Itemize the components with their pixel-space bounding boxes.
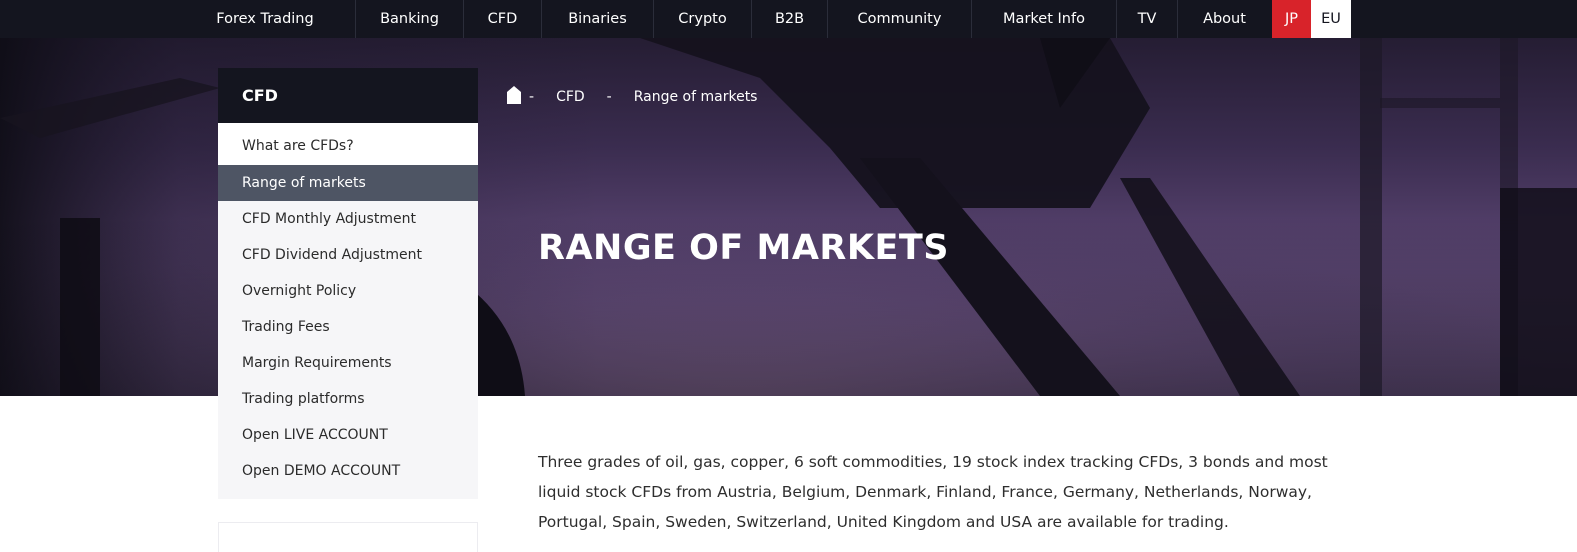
- nav-market-info[interactable]: Market Info: [972, 0, 1116, 38]
- sidebar: CFD What are CFDs? Range of markets CFD …: [218, 68, 478, 499]
- sidebar-item-open-demo-account[interactable]: Open DEMO ACCOUNT: [218, 453, 478, 489]
- nav-community[interactable]: Community: [828, 0, 971, 38]
- lang-eu-button[interactable]: EU: [1311, 0, 1351, 38]
- nav-tv[interactable]: TV: [1117, 0, 1177, 38]
- sidebar-item-cfd-monthly-adjustment[interactable]: CFD Monthly Adjustment: [218, 201, 478, 237]
- nav-forex-trading[interactable]: Forex Trading: [205, 0, 325, 38]
- nav-crypto[interactable]: Crypto: [654, 0, 751, 38]
- breadcrumb-separator: -: [529, 89, 535, 105]
- sidebar-heading: CFD: [218, 68, 478, 123]
- nav-binaries[interactable]: Binaries: [542, 0, 653, 38]
- top-navigation: Forex Trading Banking CFD Binaries Crypt…: [0, 0, 1577, 38]
- sidebar-item-cfd-dividend-adjustment[interactable]: CFD Dividend Adjustment: [218, 237, 478, 273]
- page-title: RANGE OF MARKETS: [538, 228, 949, 268]
- sidebar-item-margin-requirements[interactable]: Margin Requirements: [218, 345, 478, 381]
- nav-cfd[interactable]: CFD: [464, 0, 541, 38]
- breadcrumb: - CFD - Range of markets: [507, 86, 757, 108]
- sidebar-item-trading-platforms[interactable]: Trading platforms: [218, 381, 478, 417]
- breadcrumb-current: Range of markets: [633, 89, 758, 105]
- intro-paragraph: Three grades of oil, gas, copper, 6 soft…: [538, 453, 1328, 531]
- nav-about[interactable]: About: [1178, 0, 1271, 38]
- home-icon[interactable]: [507, 86, 521, 104]
- lang-jp-button[interactable]: JP: [1272, 0, 1311, 38]
- nav-banking[interactable]: Banking: [356, 0, 463, 38]
- sidebar-menu: What are CFDs? Range of markets CFD Mont…: [218, 123, 478, 499]
- sidebar-item-overnight-policy[interactable]: Overnight Policy: [218, 273, 478, 309]
- breadcrumb-cfd[interactable]: CFD: [556, 89, 585, 105]
- nav-b2b[interactable]: B2B: [752, 0, 827, 38]
- sidebar-item-trading-fees[interactable]: Trading Fees: [218, 309, 478, 345]
- breadcrumb-separator: -: [606, 89, 612, 105]
- sidebar-item-open-live-account[interactable]: Open LIVE ACCOUNT: [218, 417, 478, 453]
- sidebar-item-what-are-cfds[interactable]: What are CFDs?: [218, 123, 478, 165]
- sidebar-secondary-box: [218, 522, 478, 552]
- sidebar-item-range-of-markets[interactable]: Range of markets: [218, 165, 478, 201]
